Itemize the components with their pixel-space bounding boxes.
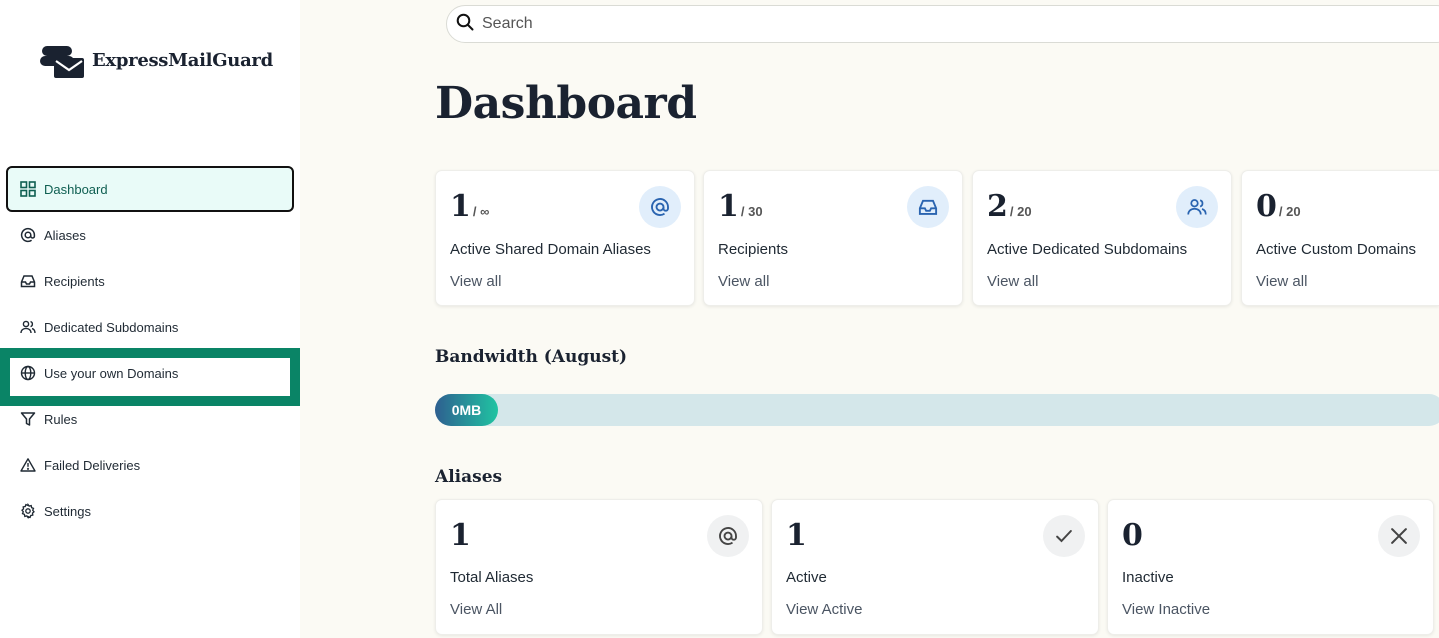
stat-card-recipients: 1/ 30 Recipients View all: [703, 170, 963, 306]
bandwidth-bar: 0MB: [435, 394, 1439, 426]
alias-label: Inactive: [1122, 569, 1174, 586]
stat-value: 1/ 30: [718, 189, 763, 224]
stat-label: Recipients: [718, 241, 789, 258]
sidebar-item-label: Rules: [44, 411, 78, 427]
close-icon: [1378, 515, 1420, 557]
inbox-icon: [907, 186, 949, 228]
sidebar-item-custom-domains[interactable]: Use your own Domains: [6, 350, 294, 396]
logo[interactable]: ExpressMailGuard: [40, 40, 273, 80]
view-all-link[interactable]: View all: [450, 273, 501, 290]
stat-label: Active Dedicated Subdomains: [987, 241, 1188, 258]
alias-label: Total Aliases: [450, 569, 534, 586]
stat-card-custom-domains: 0/ 20 Active Custom Domains View all: [1241, 170, 1439, 306]
bandwidth-title: Bandwidth (August): [435, 347, 628, 367]
app-name: ExpressMailGuard: [92, 49, 273, 71]
view-inactive-link[interactable]: View Inactive: [1122, 601, 1210, 618]
sidebar-item-label: Failed Deliveries: [44, 457, 141, 473]
sidebar: ExpressMailGuard Dashboard Aliases Recip…: [0, 0, 300, 638]
alias-card-active: 1 Active View Active: [771, 499, 1099, 635]
bandwidth-used-label: 0MB: [451, 402, 482, 418]
sidebar-item-label: Aliases: [44, 227, 86, 243]
alias-value: 1: [786, 518, 807, 553]
alias-label: Active: [786, 569, 827, 586]
stat-label: Active Custom Domains: [1256, 241, 1417, 258]
stat-value: 1/ ∞: [450, 189, 490, 224]
sidebar-item-label: Use your own Domains: [44, 365, 179, 381]
stat-label: Active Shared Domain Aliases: [450, 241, 651, 258]
sidebar-item-label: Dashboard: [44, 181, 108, 197]
view-all-aliases-link[interactable]: View All: [450, 601, 502, 618]
alias-card-total: 1 Total Aliases View All: [435, 499, 763, 635]
view-all-link[interactable]: View all: [718, 273, 769, 290]
view-all-link[interactable]: View all: [1256, 273, 1307, 290]
stat-limit: / 20: [1278, 204, 1301, 219]
sidebar-item-dedicated-subdomains[interactable]: Dedicated Subdomains: [6, 304, 294, 350]
logo-icon: [40, 46, 84, 78]
alias-value: 0: [1122, 518, 1143, 553]
stat-value: 0/ 20: [1256, 189, 1301, 224]
warning-icon: [19, 456, 37, 474]
stat-limit: / 20: [1009, 204, 1032, 219]
alias-value: 1: [450, 518, 471, 553]
users-icon: [19, 318, 37, 336]
sidebar-item-dashboard[interactable]: Dashboard: [6, 166, 294, 212]
grid-icon: [19, 180, 37, 198]
sidebar-item-recipients[interactable]: Recipients: [6, 258, 294, 304]
stat-limit: / 30: [740, 204, 763, 219]
at-icon: [707, 515, 749, 557]
globe-icon: [19, 364, 37, 382]
gear-icon: [19, 502, 37, 520]
search-icon: [456, 13, 474, 36]
sidebar-item-label: Recipients: [44, 273, 105, 289]
sidebar-item-label: Dedicated Subdomains: [44, 319, 179, 335]
bandwidth-bar-fill: 0MB: [435, 394, 498, 426]
sidebar-item-rules[interactable]: Rules: [6, 396, 294, 442]
filter-icon: [19, 410, 37, 428]
aliases-title: Aliases: [435, 467, 503, 487]
stat-value: 2/ 20: [987, 189, 1032, 224]
check-icon: [1043, 515, 1085, 557]
users-icon: [1176, 186, 1218, 228]
inbox-icon: [19, 272, 37, 290]
search-bar[interactable]: [446, 5, 1439, 43]
page-title: Dashboard: [435, 78, 697, 129]
sidebar-item-failed-deliveries[interactable]: Failed Deliveries: [6, 442, 294, 488]
stat-limit: / ∞: [472, 204, 490, 219]
view-all-link[interactable]: View all: [987, 273, 1038, 290]
stat-card-dedicated-subdomains: 2/ 20 Active Dedicated Subdomains View a…: [972, 170, 1232, 306]
view-active-link[interactable]: View Active: [786, 601, 862, 618]
alias-card-inactive: 0 Inactive View Inactive: [1107, 499, 1434, 635]
sidebar-item-aliases[interactable]: Aliases: [6, 212, 294, 258]
search-input[interactable]: [482, 15, 1382, 33]
at-icon: [639, 186, 681, 228]
sidebar-item-settings[interactable]: Settings: [6, 488, 294, 534]
at-icon: [19, 226, 37, 244]
stat-card-shared-aliases: 1/ ∞ Active Shared Domain Aliases View a…: [435, 170, 695, 306]
sidebar-item-label: Settings: [44, 503, 91, 519]
